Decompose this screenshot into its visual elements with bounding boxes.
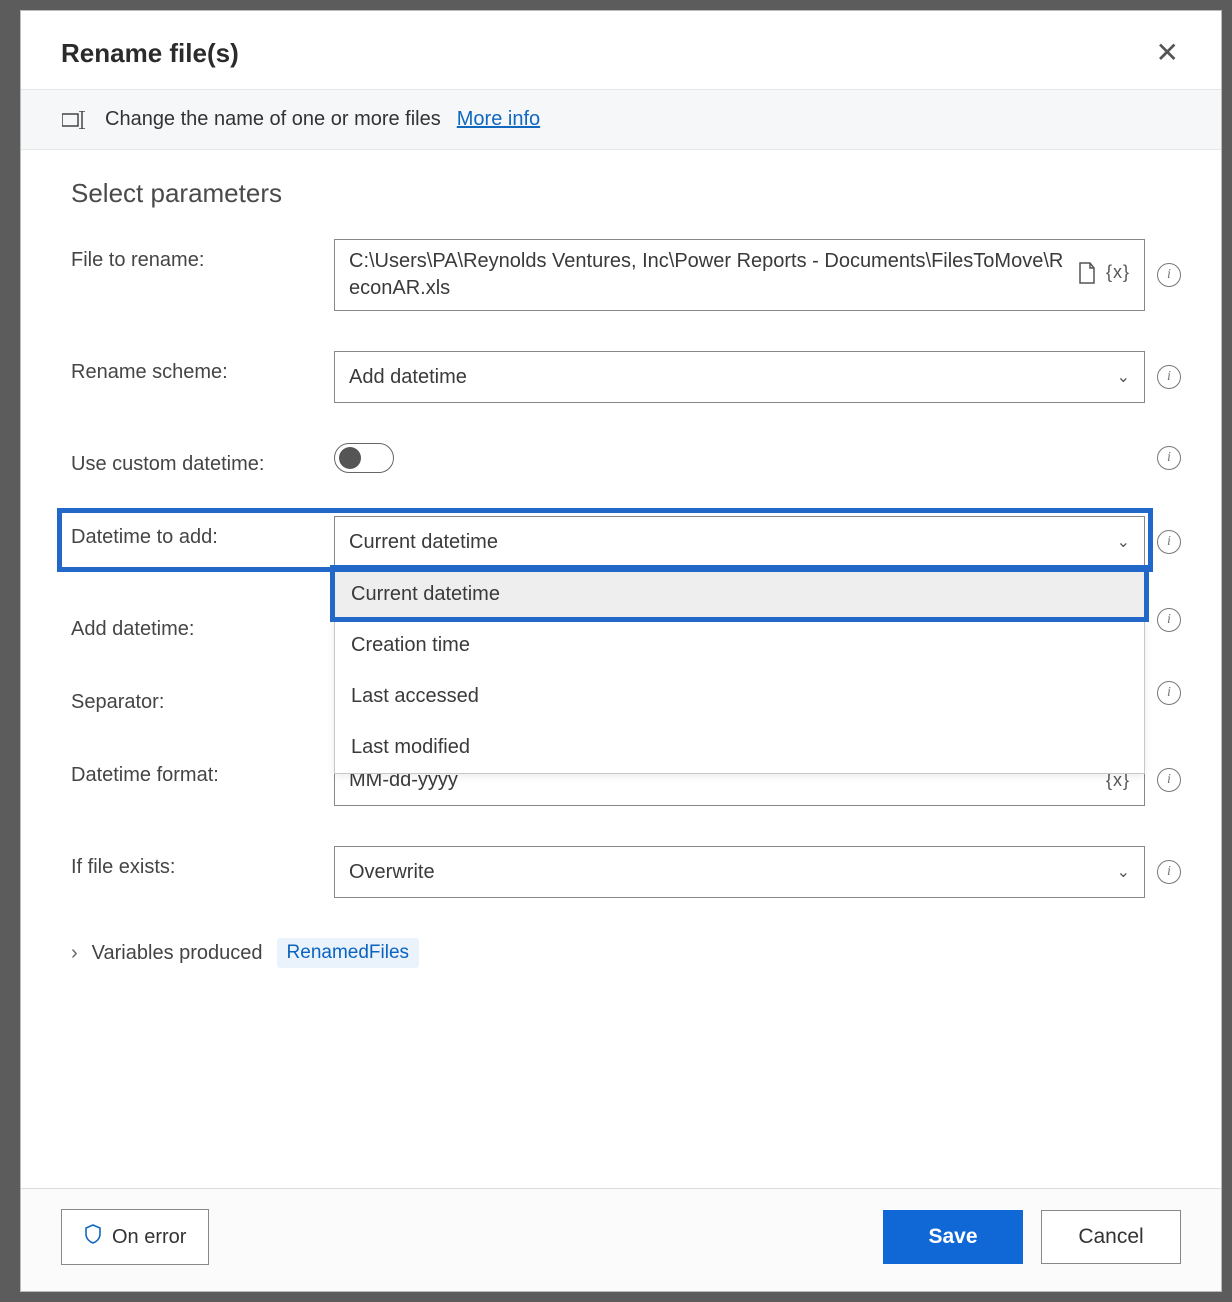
rename-scheme-select[interactable]: Add datetime ⌄ [334,351,1145,403]
datetime-to-add-select[interactable]: Current datetime ⌄ [334,516,1145,568]
dropdown-item-current-datetime[interactable]: Current datetime [335,569,1144,620]
variables-expander[interactable]: › [71,942,78,965]
label-file-to-rename: File to rename: [71,239,316,272]
control-datetime-to-add: Current datetime ⌄ i [334,516,1181,568]
label-add-datetime: Add datetime: [71,608,316,641]
chevron-down-icon: ⌄ [1117,367,1130,387]
label-datetime-to-add: Datetime to add: [71,516,316,549]
shield-icon [84,1224,102,1250]
variables-produced-label: Variables produced [92,942,263,965]
row-use-custom-datetime: Use custom datetime: i [71,443,1181,476]
label-separator: Separator: [71,681,316,714]
help-icon[interactable]: i [1157,263,1181,287]
save-button[interactable]: Save [883,1210,1023,1264]
section-title: Select parameters [71,178,1181,209]
more-info-link[interactable]: More info [457,108,540,131]
datetime-to-add-dropdown: Current datetime Creation time Last acce… [334,568,1145,774]
if-file-exists-value: Overwrite [349,861,435,884]
file-to-rename-input[interactable]: C:\Users\PA\Reynolds Ventures, Inc\Power… [334,239,1145,311]
label-rename-scheme: Rename scheme: [71,351,316,384]
row-rename-scheme: Rename scheme: Add datetime ⌄ i [71,351,1181,403]
variable-pill[interactable]: RenamedFiles [277,938,420,968]
datetime-to-add-value: Current datetime [349,531,498,554]
help-icon[interactable]: i [1157,608,1181,632]
variable-picker-icon[interactable]: {x} [1106,262,1130,289]
toggle-knob [339,447,361,469]
file-to-rename-value: C:\Users\PA\Reynolds Ventures, Inc\Power… [349,248,1068,302]
chevron-down-icon: ⌄ [1117,532,1130,552]
dropdown-item-last-accessed[interactable]: Last accessed [335,671,1144,722]
file-picker-icon[interactable] [1078,262,1096,289]
label-datetime-format: Datetime format: [71,754,316,787]
help-icon[interactable]: i [1157,681,1181,705]
info-bar: Change the name of one or more files Mor… [21,90,1221,150]
control-file-to-rename: C:\Users\PA\Reynolds Ventures, Inc\Power… [334,239,1181,311]
rename-files-dialog: Rename file(s) ✕ Change the name of one … [20,10,1222,1292]
label-if-file-exists: If file exists: [71,846,316,879]
cancel-button[interactable]: Cancel [1041,1210,1181,1264]
help-icon[interactable]: i [1157,768,1181,792]
dropdown-item-last-modified[interactable]: Last modified [335,722,1144,773]
dialog-body: Select parameters File to rename: C:\Use… [21,150,1221,1188]
dialog-header: Rename file(s) ✕ [21,11,1221,90]
control-use-custom-datetime: i [334,443,1181,473]
row-file-to-rename: File to rename: C:\Users\PA\Reynolds Ven… [71,239,1181,311]
info-text: Change the name of one or more files [105,108,441,131]
rename-scheme-value: Add datetime [349,366,467,389]
help-icon[interactable]: i [1157,446,1181,470]
control-if-file-exists: Overwrite ⌄ i [334,846,1181,898]
on-error-label: On error [112,1226,186,1249]
control-rename-scheme: Add datetime ⌄ i [334,351,1181,403]
dialog-footer: On error Save Cancel [21,1188,1221,1291]
footer-right-buttons: Save Cancel [883,1210,1181,1264]
row-datetime-to-add: Datetime to add: Current datetime ⌄ i [71,516,1181,568]
row-if-file-exists: If file exists: Overwrite ⌄ i [71,846,1181,898]
close-icon[interactable]: ✕ [1146,35,1189,71]
rename-file-icon [61,110,89,130]
variables-produced-row: › Variables produced RenamedFiles [71,938,1181,968]
chevron-down-icon: ⌄ [1117,862,1130,882]
use-custom-datetime-toggle[interactable] [334,443,394,473]
dropdown-item-creation-time[interactable]: Creation time [335,620,1144,671]
label-use-custom-datetime: Use custom datetime: [71,443,316,476]
dialog-title: Rename file(s) [61,38,239,69]
on-error-button[interactable]: On error [61,1209,209,1265]
help-icon[interactable]: i [1157,530,1181,554]
if-file-exists-select[interactable]: Overwrite ⌄ [334,846,1145,898]
help-icon[interactable]: i [1157,365,1181,389]
help-icon[interactable]: i [1157,860,1181,884]
